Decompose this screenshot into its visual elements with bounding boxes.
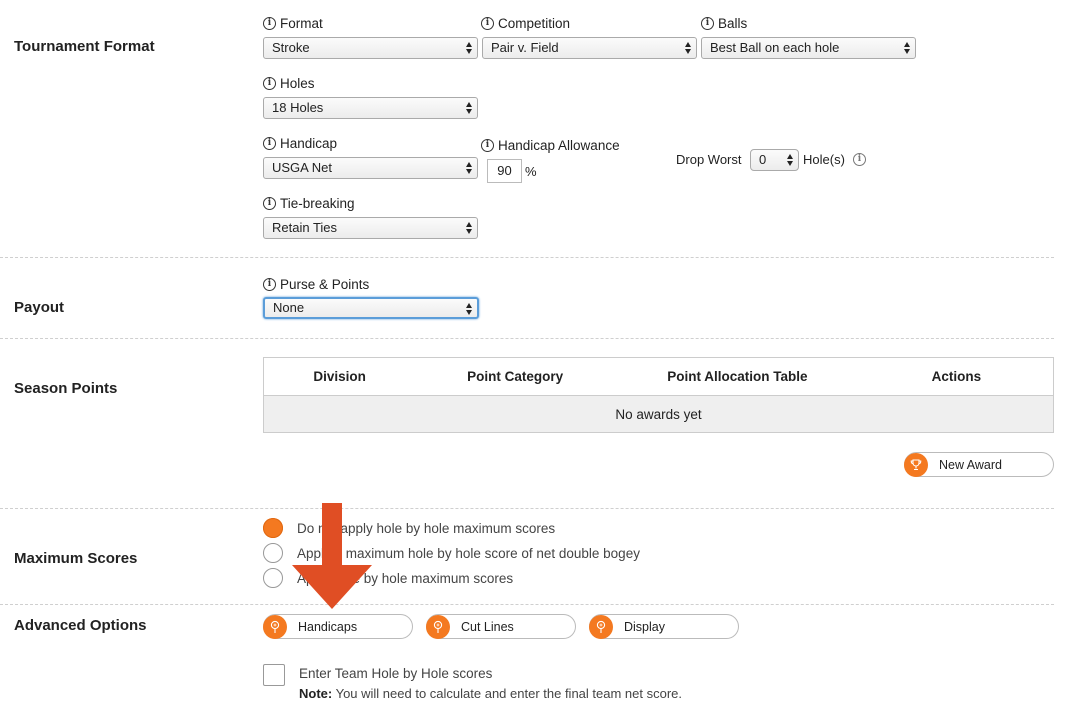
annotation-arrow [292,503,372,609]
drop-worst-select[interactable]: 0 [750,149,799,171]
radio-apply-max-scores[interactable] [263,568,283,588]
select-arrows-icon [685,41,692,55]
handicap-allowance-label: i Handicap Allowance [481,138,620,153]
golf-flag-icon [426,614,450,639]
golf-flag-icon [589,614,613,639]
select-arrows-icon [904,41,911,55]
section-payout: Payout [14,299,65,316]
info-icon[interactable]: i [263,278,276,291]
info-icon[interactable]: i [852,153,866,166]
format-select[interactable]: Stroke [263,37,478,59]
divider [0,338,1054,339]
select-arrows-icon [787,153,794,167]
balls-select[interactable]: Best Ball on each hole [701,37,916,59]
display-button[interactable]: Display [589,614,739,639]
column-point-category: Point Category [415,357,616,396]
select-arrows-icon [466,302,473,316]
column-point-allocation-table: Point Allocation Table [615,357,860,396]
tie-breaking-select[interactable]: Retain Ties [263,217,478,239]
trophy-icon [904,452,928,477]
format-label: i Format [263,16,323,31]
column-division: Division [263,357,416,396]
section-tournament-format: Tournament Format [14,38,155,55]
handicaps-button[interactable]: Handicaps [263,614,413,639]
select-arrows-icon [466,41,473,55]
radio-net-double-bogey[interactable] [263,543,283,563]
radio-no-max-scores[interactable] [263,518,283,538]
holes-label: i Holes [263,76,315,91]
holes-select[interactable]: 18 Holes [263,97,478,119]
tie-breaking-label: i Tie-breaking [263,196,355,211]
divider [0,508,1054,509]
table-header-row: Division Point Category Point Allocation… [263,357,1054,396]
competition-select[interactable]: Pair v. Field [482,37,697,59]
handicap-allowance-input[interactable]: 90 [487,159,522,183]
section-season-points: Season Points [14,380,118,397]
handicap-select[interactable]: USGA Net [263,157,478,179]
drop-worst-suffix: Hole(s) i [803,152,866,167]
info-icon[interactable]: i [263,197,276,210]
section-maximum-scores: Maximum Scores [14,550,138,567]
column-actions: Actions [859,357,1054,396]
purse-select[interactable]: None [263,297,479,319]
select-arrows-icon [466,161,473,175]
competition-label: i Competition [481,16,570,31]
info-icon[interactable]: i [481,17,494,30]
info-icon[interactable]: i [481,139,494,152]
table-row: No awards yet [263,395,1054,433]
new-award-button[interactable]: New Award [904,452,1054,477]
percent-unit: % [525,164,537,179]
select-arrows-icon [466,101,473,115]
empty-state-text: No awards yet [263,395,1054,433]
info-icon[interactable]: i [263,77,276,90]
balls-label: i Balls [701,16,747,31]
info-icon[interactable]: i [701,17,714,30]
divider [0,604,1054,605]
team-hole-scores-checkbox[interactable] [263,664,285,686]
handicap-label: i Handicap [263,136,337,151]
select-arrows-icon [466,221,473,235]
info-icon[interactable]: i [263,137,276,150]
cut-lines-button[interactable]: Cut Lines [426,614,576,639]
divider [0,257,1054,258]
purse-label: i Purse & Points [263,277,369,292]
golf-flag-icon [263,614,287,639]
info-icon[interactable]: i [263,17,276,30]
team-hole-scores-label: Enter Team Hole by Hole scores [299,666,493,681]
season-points-table: Division Point Category Point Allocation… [263,357,1054,433]
section-advanced-options: Advanced Options [14,617,147,634]
team-scores-note: Note: You will need to calculate and ent… [299,686,682,701]
drop-worst-label: Drop Worst [676,152,742,167]
